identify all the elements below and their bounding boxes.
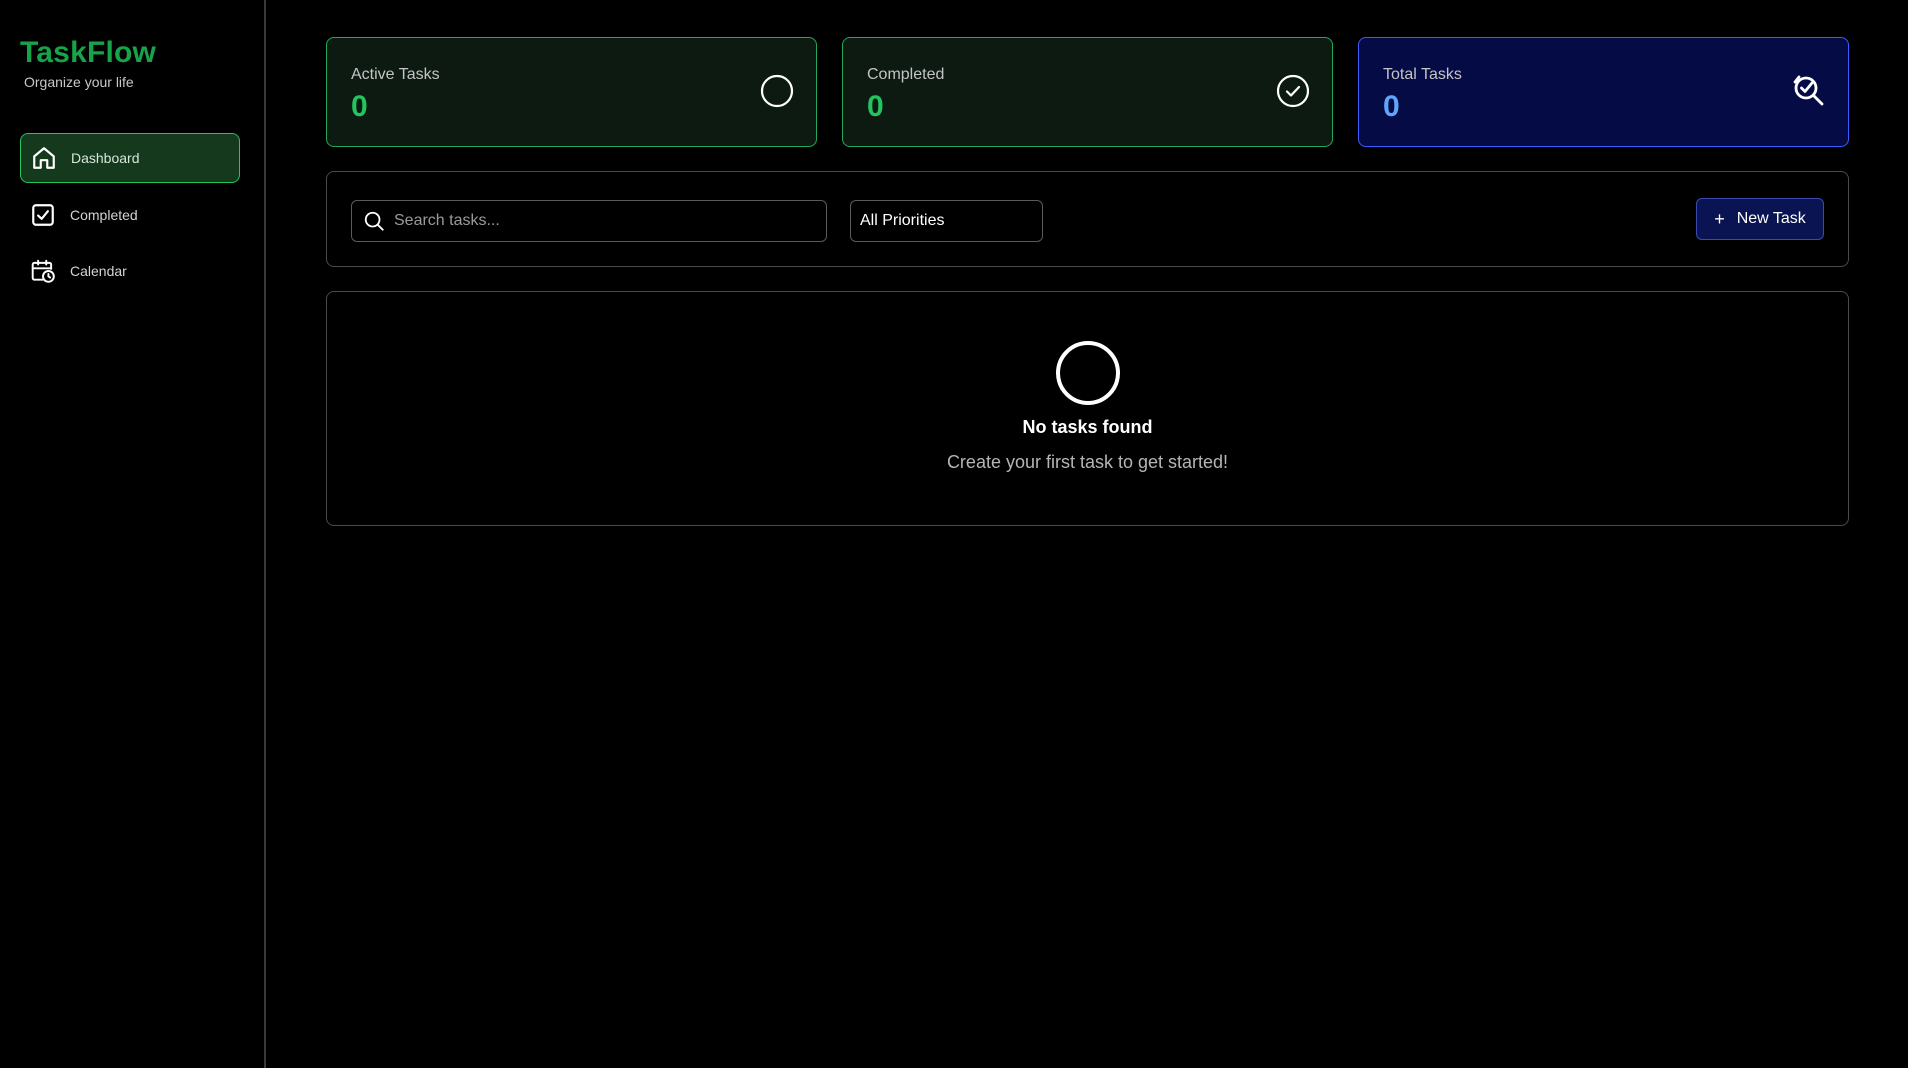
empty-state-circle-icon bbox=[1055, 340, 1121, 406]
sidebar-item-label: Calendar bbox=[70, 263, 127, 279]
priority-filter-select[interactable]: All Priorities bbox=[850, 200, 1043, 242]
task-toolbar: All Priorities + New Task bbox=[326, 171, 1849, 267]
circle-icon bbox=[760, 74, 794, 108]
search-check-icon bbox=[1792, 74, 1826, 108]
new-task-label: New Task bbox=[1736, 210, 1806, 227]
sidebar-item-calendar[interactable]: Calendar bbox=[20, 246, 240, 296]
sidebar: TaskFlow Organize your life Dashboard Co… bbox=[0, 0, 266, 1068]
search-box[interactable] bbox=[351, 200, 827, 242]
task-list-panel: No tasks found Create your first task to… bbox=[326, 291, 1849, 526]
stat-card-active: Active Tasks 0 bbox=[326, 37, 817, 147]
sidebar-item-dashboard[interactable]: Dashboard bbox=[20, 133, 240, 183]
priority-select-value: All Priorities bbox=[860, 212, 945, 229]
stat-value: 0 bbox=[1383, 90, 1400, 123]
sidebar-item-label: Dashboard bbox=[71, 150, 140, 166]
check-circle-icon bbox=[1276, 74, 1310, 108]
stat-card-total: Total Tasks 0 bbox=[1358, 37, 1849, 147]
brand-subtitle: Organize your life bbox=[24, 74, 134, 90]
checkbox-icon bbox=[30, 202, 56, 228]
search-input[interactable] bbox=[394, 212, 814, 230]
stat-label: Total Tasks bbox=[1383, 66, 1462, 83]
stat-card-completed: Completed 0 bbox=[842, 37, 1333, 147]
stat-label: Active Tasks bbox=[351, 66, 440, 83]
stat-value: 0 bbox=[351, 90, 368, 123]
stat-value: 0 bbox=[867, 90, 884, 123]
home-icon bbox=[31, 145, 57, 171]
stat-label: Completed bbox=[867, 66, 945, 83]
brand-title: TaskFlow bbox=[20, 36, 157, 69]
search-icon bbox=[362, 209, 386, 233]
new-task-button[interactable]: + New Task bbox=[1696, 198, 1824, 240]
empty-state-title: No tasks found bbox=[1022, 417, 1153, 437]
sidebar-item-completed[interactable]: Completed bbox=[20, 190, 240, 240]
empty-state-subtitle: Create your first task to get started! bbox=[946, 452, 1229, 472]
plus-icon: + bbox=[1714, 209, 1725, 229]
sidebar-item-label: Completed bbox=[70, 207, 138, 223]
calendar-clock-icon bbox=[30, 258, 56, 284]
app-root: TaskFlow Organize your life Dashboard Co… bbox=[0, 0, 1908, 1068]
